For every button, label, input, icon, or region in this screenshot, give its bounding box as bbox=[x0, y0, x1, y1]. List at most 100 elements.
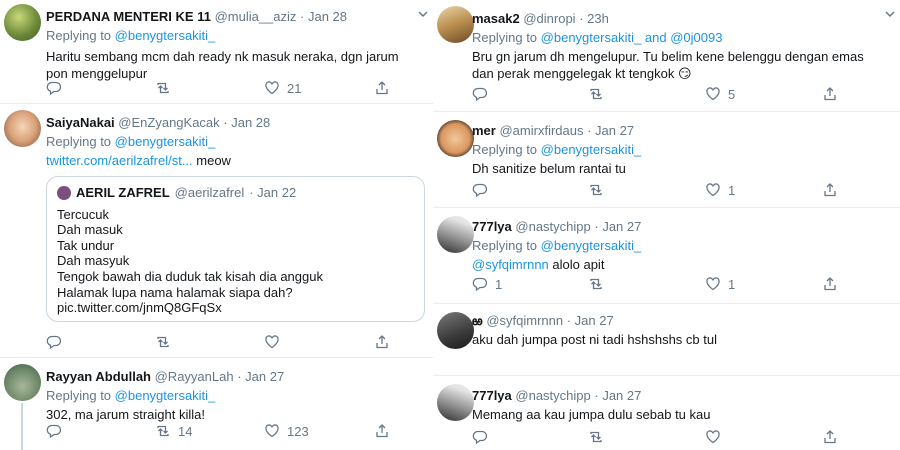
author-handle[interactable]: @EnZyangKacak bbox=[118, 115, 219, 130]
author-handle[interactable]: @dinropi bbox=[523, 11, 575, 26]
quoted-author-handle[interactable]: @aerilzafrel bbox=[175, 185, 245, 201]
avatar[interactable] bbox=[437, 120, 474, 157]
quoted-tweet-link[interactable]: twitter.com/aerilzafrel/st... bbox=[46, 153, 193, 168]
reply-button[interactable]: 1 bbox=[472, 276, 502, 292]
avatar[interactable] bbox=[437, 6, 474, 43]
tweet[interactable]: 777lya @nastychipp · Jan 27 Replying to … bbox=[433, 208, 900, 304]
tweet-date[interactable]: · Jan 27 bbox=[567, 313, 614, 328]
tweet-text: 302, ma jarum straight killa! bbox=[46, 407, 205, 422]
avatar[interactable] bbox=[437, 384, 474, 421]
like-button[interactable] bbox=[705, 429, 721, 445]
reply-button[interactable] bbox=[46, 423, 69, 439]
quoted-line: Tak undur bbox=[57, 237, 115, 253]
author-handle[interactable]: @nastychipp bbox=[515, 219, 590, 234]
tweet-actions bbox=[472, 429, 886, 447]
like-button[interactable]: 21 bbox=[264, 80, 301, 96]
retweet-button[interactable] bbox=[588, 429, 604, 445]
share-icon bbox=[824, 183, 836, 197]
share-button[interactable] bbox=[374, 80, 390, 96]
retweet-icon bbox=[590, 431, 602, 443]
quoted-line: pic.twitter.com/jnmQ8GFqSx bbox=[57, 300, 222, 316]
reply-icon bbox=[472, 430, 488, 445]
like-count: 21 bbox=[287, 80, 302, 96]
like-count: 1 bbox=[728, 276, 736, 292]
retweet-button[interactable] bbox=[588, 86, 611, 102]
tweet-date[interactable]: · Jan 27 bbox=[594, 388, 641, 403]
author-handle[interactable]: @RayyanLah bbox=[155, 369, 234, 384]
replying-to-link[interactable]: @benygtersakiti_ and @0j0093 bbox=[541, 30, 723, 45]
reply-button[interactable] bbox=[472, 429, 488, 445]
author-name[interactable]: SaiyaNakai bbox=[46, 115, 115, 130]
tweet[interactable]: 777lya @nastychipp · Jan 27 Memang aa ka… bbox=[433, 376, 900, 450]
tweet-date[interactable]: · Jan 27 bbox=[594, 219, 641, 234]
chevron-down-icon[interactable] bbox=[884, 8, 896, 20]
retweet-icon bbox=[157, 336, 169, 348]
reply-button[interactable] bbox=[46, 80, 69, 96]
avatar[interactable] bbox=[4, 110, 41, 147]
chevron-down-icon[interactable] bbox=[417, 8, 429, 20]
tweet[interactable]: SaiyaNakai @EnZyangKacak · Jan 28 Replyi… bbox=[0, 104, 433, 358]
reply-button[interactable] bbox=[472, 182, 495, 198]
author-name[interactable]: ఱ bbox=[472, 313, 483, 328]
author-handle[interactable]: @syfqimrnnn bbox=[486, 313, 563, 328]
avatar[interactable] bbox=[437, 312, 474, 349]
author-name[interactable]: mer bbox=[472, 123, 496, 138]
retweet-button[interactable] bbox=[588, 182, 611, 198]
replying-to-link[interactable]: @benygtersakiti_ bbox=[541, 142, 642, 157]
tweet-date[interactable]: · 23h bbox=[579, 11, 609, 26]
like-button[interactable]: 1 bbox=[705, 182, 735, 198]
avatar[interactable] bbox=[437, 216, 474, 253]
share-button[interactable] bbox=[374, 423, 390, 439]
reply-icon bbox=[46, 335, 62, 350]
tweet-date[interactable]: · Jan 28 bbox=[223, 115, 270, 130]
author-handle[interactable]: @nastychipp bbox=[515, 388, 590, 403]
reply-button[interactable] bbox=[46, 334, 62, 350]
quoted-line: Tercucuk bbox=[57, 206, 110, 222]
replying-to-link[interactable]: @benygtersakiti_ bbox=[115, 134, 216, 149]
author-handle[interactable]: @amirxfirdaus bbox=[499, 123, 583, 138]
tweet[interactable]: PERDANA MENTERI KE 11 @mulia__aziz · Jan… bbox=[0, 0, 433, 104]
like-button[interactable] bbox=[264, 334, 280, 350]
mention-link[interactable]: @syfqimrnnn bbox=[472, 257, 549, 272]
like-button[interactable]: 1 bbox=[705, 276, 735, 292]
tweet[interactable]: masak2 @dinropi · 23h Replying to @benyg… bbox=[433, 0, 900, 112]
share-button[interactable] bbox=[822, 429, 838, 445]
author-name[interactable]: 777lya bbox=[472, 388, 512, 403]
retweet-button[interactable]: 14 bbox=[155, 423, 192, 439]
quoted-avatar[interactable] bbox=[57, 185, 71, 200]
share-button[interactable] bbox=[822, 86, 838, 102]
reply-button[interactable] bbox=[472, 86, 495, 102]
tweet[interactable]: Rayyan Abdullah @RayyanLah · Jan 27 Repl… bbox=[0, 358, 433, 450]
tweet-actions bbox=[46, 334, 419, 352]
like-count: 123 bbox=[287, 423, 309, 439]
avatar[interactable] bbox=[4, 364, 41, 401]
quoted-author-name[interactable]: AERIL ZAFREL bbox=[76, 185, 170, 201]
retweet-icon bbox=[590, 278, 602, 290]
tweet-date[interactable]: · Jan 27 bbox=[237, 369, 284, 384]
tweet[interactable]: mer @amirxfirdaus · Jan 27 Replying to @… bbox=[433, 112, 900, 208]
avatar[interactable] bbox=[4, 4, 41, 41]
like-button[interactable]: 5 bbox=[705, 86, 735, 102]
retweet-button[interactable] bbox=[588, 276, 611, 292]
tweet-text: Dh sanitize belum rantai tu bbox=[472, 161, 626, 176]
replying-to-link[interactable]: @benygtersakiti_ bbox=[115, 28, 216, 43]
author-name[interactable]: masak2 bbox=[472, 11, 520, 26]
like-button[interactable]: 123 bbox=[264, 423, 309, 439]
replying-label: Replying to bbox=[472, 30, 541, 45]
tweet-date[interactable]: · Jan 28 bbox=[300, 9, 347, 24]
share-button[interactable] bbox=[374, 334, 390, 350]
tweet-date[interactable]: · Jan 27 bbox=[587, 123, 634, 138]
share-button[interactable] bbox=[822, 182, 838, 198]
quoted-tweet[interactable]: AERIL ZAFREL @aerilzafrel · Jan 22 Tercucu… bbox=[46, 176, 425, 322]
retweet-button[interactable] bbox=[155, 334, 171, 350]
retweet-button[interactable] bbox=[155, 80, 178, 96]
share-button[interactable] bbox=[822, 276, 838, 292]
like-icon bbox=[706, 430, 720, 444]
replying-to-link[interactable]: @benygtersakiti_ bbox=[115, 388, 216, 403]
author-handle[interactable]: @mulia__aziz bbox=[215, 9, 297, 24]
tweet[interactable]: ఱ @syfqimrnnn · Jan 27 aku dah jumpa pos… bbox=[433, 304, 900, 376]
author-name[interactable]: PERDANA MENTERI KE 11 bbox=[46, 9, 211, 24]
replying-to-link[interactable]: @benygtersakiti_ bbox=[541, 238, 642, 253]
author-name[interactable]: 777lya bbox=[472, 219, 512, 234]
author-name[interactable]: Rayyan Abdullah bbox=[46, 369, 151, 384]
